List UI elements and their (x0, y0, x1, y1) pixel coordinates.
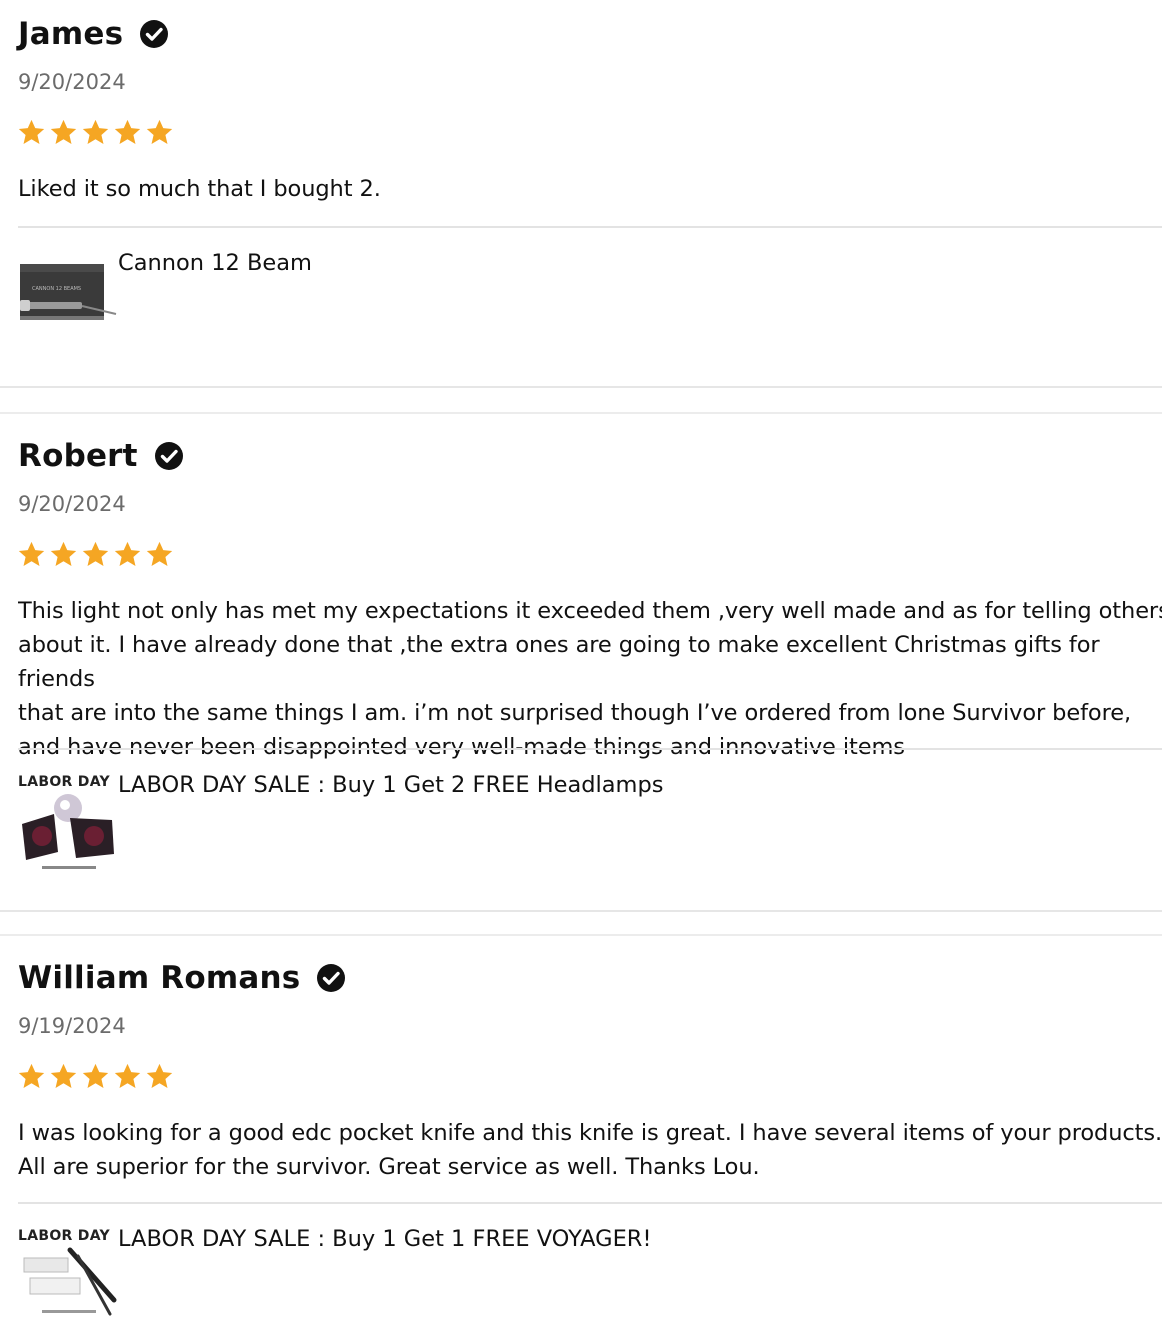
reviewed-product[interactable]: LABOR DAY LABOR DAY SALE : Buy 1 Get 1 F… (18, 1226, 651, 1328)
star-icon (114, 1063, 141, 1088)
reviewer-name: Robert (18, 438, 138, 474)
svg-text:CANNON 12 BEAMS: CANNON 12 BEAMS (32, 286, 81, 292)
verified-check-icon (317, 964, 346, 992)
reviewed-product[interactable]: CANNON 12 BEAMS Cannon 12 Beam (18, 250, 312, 352)
verified-check-icon (154, 442, 183, 470)
review-card: William Romans 9/19/2024 I was looking f… (0, 934, 1162, 1330)
headlamp-thumbnail-icon (22, 794, 114, 869)
star-icon (146, 1063, 173, 1088)
product-name[interactable]: LABOR DAY SALE : Buy 1 Get 1 FREE VOYAGE… (118, 1226, 651, 1252)
star-icon (18, 1063, 45, 1088)
product-name[interactable]: Cannon 12 Beam (118, 250, 312, 276)
star-icon (50, 1063, 77, 1088)
review-body: This light not only has met my expectati… (18, 598, 1162, 760)
star-icon (50, 119, 77, 144)
flashlight-thumbnail-icon: CANNON 12 BEAMS (20, 264, 117, 320)
star-icon (146, 541, 173, 566)
star-icon (82, 1063, 109, 1088)
star-icon (114, 119, 141, 144)
reviewer-name: William Romans (18, 960, 301, 996)
review-date: 9/19/2024 (18, 1014, 126, 1038)
star-icon (82, 119, 109, 144)
product-name[interactable]: LABOR DAY SALE : Buy 1 Get 2 FREE Headla… (118, 772, 663, 798)
divider (18, 1202, 1162, 1204)
divider (18, 226, 1162, 228)
flashlight-box-thumbnail[interactable]: CANNON 12 BEAMS (18, 252, 118, 352)
reviewed-product[interactable]: LABOR DAY LABOR DAY SALE : Buy 1 Get 2 F… (18, 772, 663, 874)
reviewer-name: James (18, 16, 124, 52)
star-rating (17, 540, 174, 569)
knife-thumbnail-icon (23, 1247, 117, 1316)
review-card: James 9/20/2024 Liked it so much that I … (0, 0, 1162, 388)
review-card: Robert 9/20/2024 This light not only has… (0, 412, 1162, 912)
star-icon (18, 541, 45, 566)
reviewer-name-row: Robert (18, 438, 184, 474)
review-date: 9/20/2024 (18, 492, 126, 516)
divider (18, 748, 1162, 750)
star-icon (18, 119, 45, 144)
star-icon (146, 119, 173, 144)
voyager-knife-thumbnail[interactable]: LABOR DAY (18, 1228, 118, 1328)
review-date: 9/20/2024 (18, 70, 126, 94)
reviewer-name-row: William Romans (18, 960, 346, 996)
star-icon (82, 541, 109, 566)
star-icon (50, 541, 77, 566)
reviewer-name-row: James (18, 16, 169, 52)
verified-check-icon (140, 20, 169, 48)
star-rating (17, 118, 174, 147)
headlamp-bundle-thumbnail[interactable]: LABOR DAY (18, 774, 118, 874)
star-rating (17, 1062, 174, 1091)
review-body: I was looking for a good edc pocket knif… (18, 1120, 1162, 1180)
star-icon (114, 541, 141, 566)
review-body: Liked it so much that I bought 2. (18, 176, 381, 202)
